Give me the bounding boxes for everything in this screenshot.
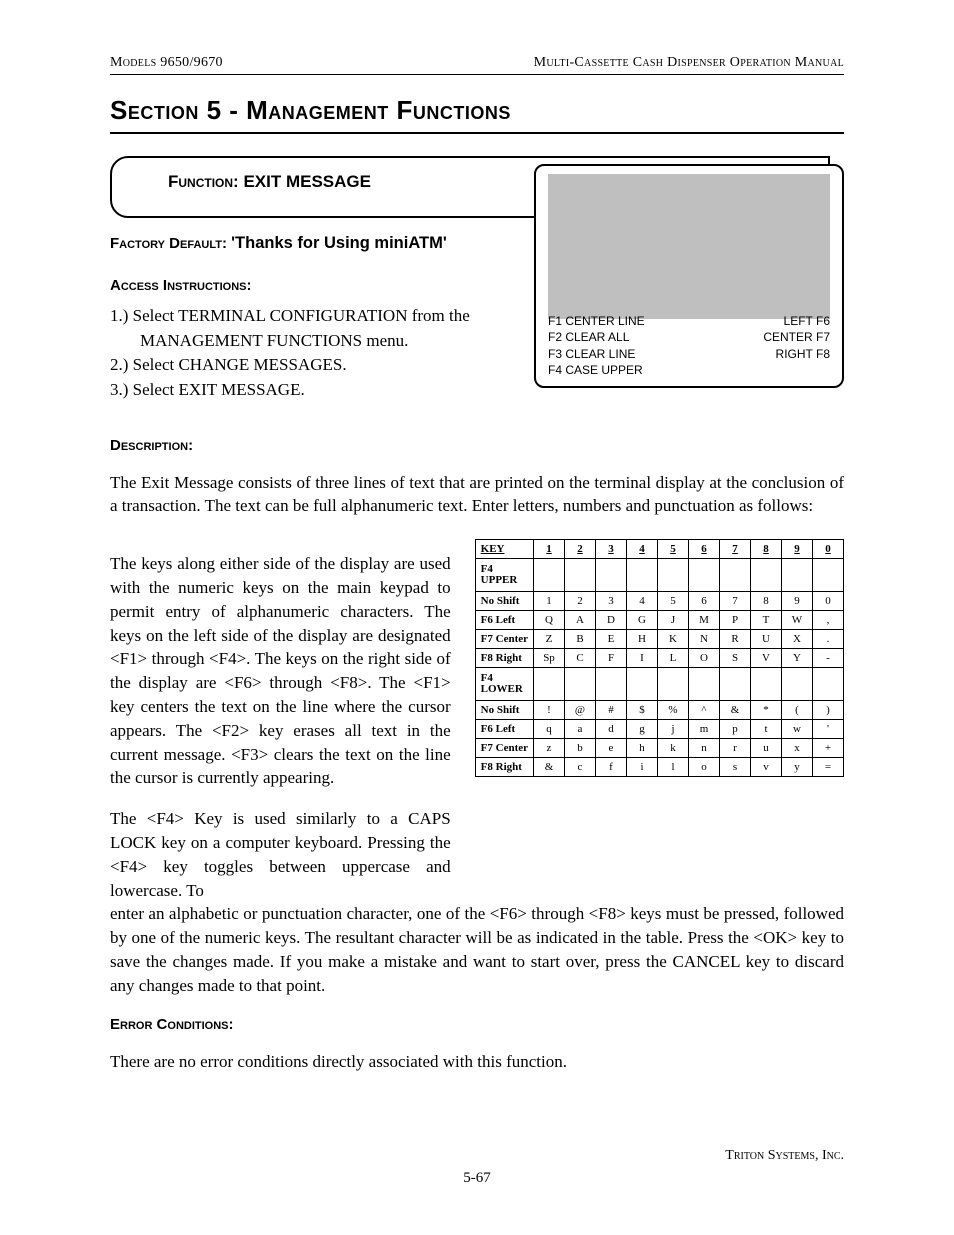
footer-company: Triton Systems, Inc. bbox=[110, 1148, 844, 1164]
header-right: Multi-Cassette Cash Dispenser Operation … bbox=[534, 55, 844, 71]
description-p2: The keys along either side of the displa… bbox=[110, 552, 451, 790]
section-rule bbox=[110, 132, 844, 134]
access-step-3-text: Select EXIT MESSAGE. bbox=[133, 380, 305, 399]
description-p1: The Exit Message consists of three lines… bbox=[110, 471, 844, 519]
screen-mock: F1 CENTER LINE F2 CLEAR ALL F3 CLEAR LIN… bbox=[534, 164, 844, 388]
screen-figure: F1 CENTER LINE F2 CLEAR ALL F3 CLEAR LIN… bbox=[534, 164, 844, 388]
section-title: Section 5 - Management Functions bbox=[110, 95, 844, 126]
page: Models 9650/9670 Multi-Cassette Cash Dis… bbox=[0, 0, 954, 1235]
f6-label: LEFT F6 bbox=[763, 313, 830, 329]
screen-display-area bbox=[548, 174, 830, 319]
factory-prefix: Factory Default: bbox=[110, 235, 231, 252]
f1-label: F1 CENTER LINE bbox=[548, 313, 645, 329]
error-text: There are no error conditions directly a… bbox=[110, 1050, 844, 1074]
footer: Triton Systems, Inc. 5-67 bbox=[110, 1148, 844, 1187]
description-p3b: enter an alphabetic or punctuation chara… bbox=[110, 902, 844, 997]
running-header: Models 9650/9670 Multi-Cassette Cash Dis… bbox=[110, 55, 844, 71]
factory-value: 'Thanks for Using miniATM' bbox=[231, 234, 447, 252]
error-heading: Error Conditions: bbox=[110, 1016, 844, 1033]
access-step-2-text: Select CHANGE MESSAGES. bbox=[133, 355, 347, 374]
header-left: Models 9650/9670 bbox=[110, 55, 223, 71]
function-value: EXIT MESSAGE bbox=[243, 172, 371, 191]
access-step-2: 2.) Select CHANGE MESSAGES. bbox=[110, 353, 540, 378]
two-col-text: The keys along either side of the displa… bbox=[110, 535, 451, 902]
screen-fkey-labels: F1 CENTER LINE F2 CLEAR ALL F3 CLEAR LIN… bbox=[548, 313, 830, 378]
access-step-1-text: Select TERMINAL CONFIGURATION from the M… bbox=[133, 306, 470, 350]
f8-label: RIGHT F8 bbox=[763, 346, 830, 362]
f7-label: CENTER F7 bbox=[763, 329, 830, 345]
description-p3a: The <F4> Key is used similarly to a CAPS… bbox=[110, 807, 451, 902]
f4-label: F4 CASE UPPER bbox=[548, 362, 645, 378]
function-prefix: Function: bbox=[168, 172, 243, 191]
screen-right-labels: LEFT F6 CENTER F7 RIGHT F8 bbox=[763, 313, 830, 378]
content-top: Function: EXIT MESSAGE F1 CENTER LINE F2… bbox=[110, 156, 844, 419]
screen-left-labels: F1 CENTER LINE F2 CLEAR ALL F3 CLEAR LIN… bbox=[548, 313, 645, 378]
header-rule bbox=[110, 74, 844, 75]
description-heading: Description: bbox=[110, 437, 844, 454]
f2-label: F2 CLEAR ALL bbox=[548, 329, 645, 345]
f3-label: F3 CLEAR LINE bbox=[548, 346, 645, 362]
two-column-block: The keys along either side of the displa… bbox=[110, 535, 844, 902]
key-table-wrap: KEY1234567890F4UPPERNo Shift1234567890F6… bbox=[475, 535, 844, 777]
key-table: KEY1234567890F4UPPERNo Shift1234567890F6… bbox=[475, 539, 844, 777]
footer-page: 5-67 bbox=[110, 1170, 844, 1187]
